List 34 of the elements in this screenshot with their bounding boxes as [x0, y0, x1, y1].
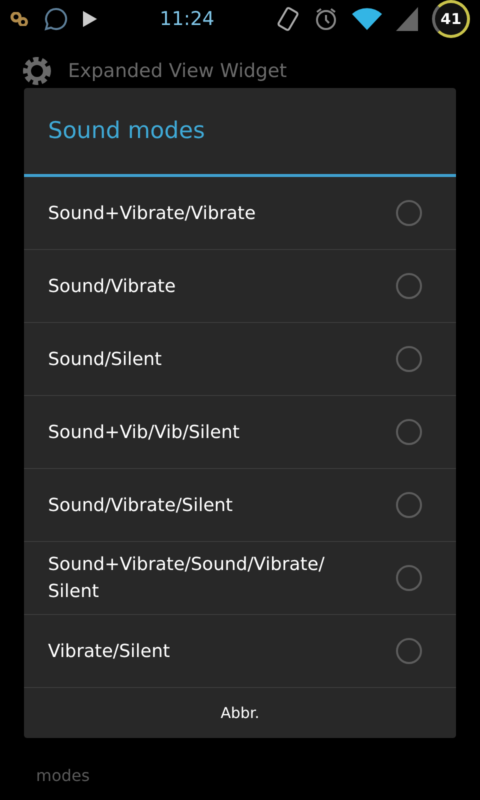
radio-button[interactable]	[396, 492, 422, 518]
mode-option[interactable]: Vibrate/Silent	[24, 615, 456, 688]
radio-button[interactable]	[396, 273, 422, 299]
mode-option[interactable]: Sound+Vibrate/Sound/Vibrate/Silent	[24, 542, 456, 615]
phone-rotate-icon	[276, 6, 300, 32]
option-label: Sound+Vibrate/Vibrate	[48, 202, 257, 226]
wifi-icon	[352, 7, 382, 31]
dialog-title: Sound modes	[24, 88, 456, 177]
radio-button[interactable]	[396, 200, 422, 226]
option-label: Sound+Vibrate/Sound/Vibrate/Silent	[48, 553, 326, 604]
radio-button[interactable]	[396, 346, 422, 372]
gear-icon	[20, 54, 54, 88]
cancel-button[interactable]: Abbr.	[24, 688, 456, 738]
mode-option[interactable]: Sound+Vib/Vib/Silent	[24, 396, 456, 469]
clock-time: 11:24	[160, 8, 214, 30]
mode-option[interactable]: Sound/Vibrate	[24, 250, 456, 323]
play-icon	[82, 10, 98, 28]
mode-option[interactable]: Sound/Vibrate/Silent	[24, 469, 456, 542]
mode-option[interactable]: Sound+Vibrate/Vibrate	[24, 177, 456, 250]
radio-button[interactable]	[396, 638, 422, 664]
mode-option[interactable]: Sound/Silent	[24, 323, 456, 396]
option-label: Sound/Silent	[48, 348, 163, 372]
screen-title: Expanded View Widget	[68, 60, 287, 82]
option-label: Sound/Vibrate/Silent	[48, 494, 234, 518]
chat-bubble-icon	[44, 7, 68, 31]
option-label: Sound+Vib/Vib/Silent	[48, 420, 241, 444]
radio-button[interactable]	[396, 419, 422, 445]
option-label: Sound/Vibrate	[48, 274, 177, 298]
radio-button[interactable]	[396, 565, 422, 591]
setting-description: modes	[36, 766, 90, 785]
option-label: Vibrate/Silent	[48, 640, 171, 664]
signal-icon	[396, 7, 418, 31]
battery-indicator: 41	[432, 0, 470, 38]
alarm-icon	[314, 7, 338, 31]
